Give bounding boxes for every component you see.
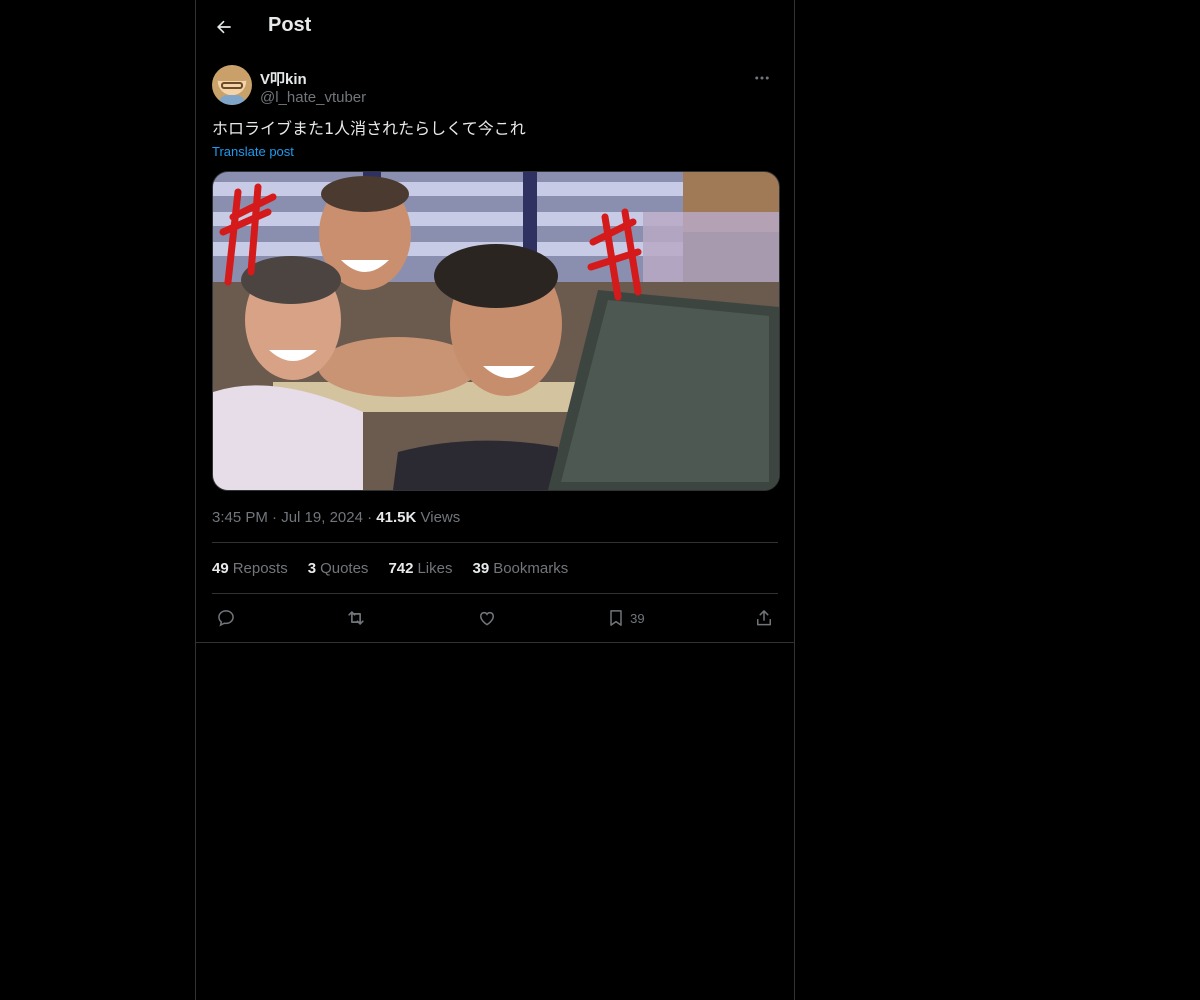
avatar-shirt <box>218 95 246 105</box>
post-date[interactable]: Jul 19, 2024 <box>281 509 363 526</box>
post-time[interactable]: 3:45 PM <box>212 509 268 526</box>
likes-count: 742 <box>388 560 414 577</box>
reply-icon <box>218 610 234 627</box>
share-icon <box>756 610 771 626</box>
separator-dot: · <box>367 509 377 526</box>
bookmarks-label: Bookmarks <box>493 560 569 577</box>
timestamp-row: 3:45 PM · Jul 19, 2024 · 41.5K Views <box>212 509 778 526</box>
avatar-hair <box>216 67 248 81</box>
translate-post-link[interactable]: Translate post <box>212 144 778 159</box>
bookmarks-count: 39 <box>472 560 490 577</box>
bookmark-button[interactable]: 39 <box>606 608 645 628</box>
quotes-count: 3 <box>307 560 317 577</box>
separator-dot: · <box>272 509 282 526</box>
more-button[interactable] <box>748 67 776 89</box>
post-media[interactable] <box>212 171 780 491</box>
more-icon <box>755 76 769 80</box>
quotes-stat[interactable]: 3 Quotes <box>308 560 369 577</box>
back-button[interactable] <box>210 13 238 41</box>
like-icon <box>479 611 494 626</box>
avatar[interactable] <box>212 65 252 105</box>
reposts-stat[interactable]: 49 Reposts <box>212 560 288 577</box>
views-label: Views <box>420 509 461 526</box>
reposts-count: 49 <box>212 560 229 577</box>
like-button[interactable] <box>477 608 497 628</box>
share-button[interactable] <box>754 608 774 628</box>
author-row: V叩kin @l_hate_vtuber <box>212 64 778 114</box>
bookmark-count: 39 <box>630 610 645 626</box>
quotes-label: Quotes <box>320 560 369 577</box>
post-text: ホロライブまた1人消されたらしくて今これ <box>212 119 526 138</box>
reposts-label: Reposts <box>232 560 288 577</box>
post: V叩kin @l_hate_vtuber ホロライブまた1人消されたらしくて今こ… <box>196 64 794 643</box>
likes-label: Likes <box>417 560 453 577</box>
views-count: 41.5K <box>376 509 417 526</box>
main-column: Post V叩kin @l_hate_vtuber ホロライブまた1人消されたら… <box>195 0 795 1000</box>
header: Post <box>196 0 794 54</box>
repost-icon <box>348 611 365 625</box>
media-image <box>213 172 779 490</box>
display-name[interactable]: V叩kin <box>260 68 307 89</box>
bookmarks-stat[interactable]: 39 Bookmarks <box>473 560 569 577</box>
post-bottom-border <box>196 642 794 643</box>
page-title: Post <box>268 14 312 36</box>
action-bar: 39 <box>212 594 778 642</box>
engagement-stats: 49 Reposts 3 Quotes 742 Likes 39 Bookmarks <box>212 543 778 593</box>
reply-button[interactable] <box>216 608 236 628</box>
likes-stat[interactable]: 742 Likes <box>388 560 452 577</box>
user-handle[interactable]: @l_hate_vtuber <box>260 89 366 106</box>
repost-button[interactable] <box>345 607 367 629</box>
avatar-glasses <box>221 82 243 89</box>
back-arrow-icon <box>217 20 231 34</box>
bookmark-icon <box>610 610 622 626</box>
